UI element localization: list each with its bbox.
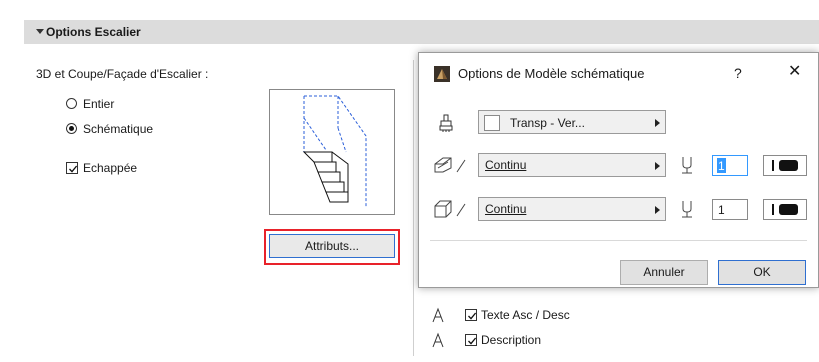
checkmark-icon	[69, 165, 78, 173]
pen-icon	[680, 200, 694, 218]
radio-schematique[interactable]	[66, 123, 77, 134]
description-label[interactable]: Description	[481, 332, 541, 348]
section-title: Options Escalier	[46, 25, 141, 39]
section-header[interactable]	[24, 20, 819, 44]
fill-brush-icon	[437, 113, 455, 133]
checkmark-icon	[468, 337, 477, 345]
close-button[interactable]: ✕	[788, 63, 801, 81]
group-label: 3D et Coupe/Façade d'Escalier :	[36, 67, 209, 81]
pen-icon	[680, 156, 694, 174]
texte-asc-desc-label[interactable]: Texte Asc / Desc	[481, 307, 570, 323]
line-type-value-2: Continu	[485, 202, 527, 216]
attributes-button[interactable]: Attributs...	[269, 234, 395, 258]
checkbox-texte-asc-desc[interactable]	[465, 309, 477, 321]
popup-arrow-icon	[655, 162, 660, 170]
checkbox-description[interactable]	[465, 334, 477, 346]
dialog-separator	[430, 240, 807, 241]
pen-input-2[interactable]: 1	[712, 199, 748, 220]
checkbox-echappee-label[interactable]: Echappée	[83, 160, 137, 176]
text-style-icon	[432, 332, 444, 348]
line-type-popup-1[interactable]: Continu	[478, 153, 666, 177]
ok-button[interactable]: OK	[718, 260, 806, 285]
pen-value-1: 1	[718, 159, 725, 173]
line-weight-swatch-1[interactable]	[763, 155, 807, 176]
fill-type-popup[interactable]: Transp - Ver...	[478, 110, 666, 134]
stair-schematic-icon	[302, 95, 367, 208]
fill-swatch	[484, 115, 500, 131]
pen-value-2: 1	[718, 203, 725, 217]
popup-arrow-icon	[655, 119, 660, 127]
help-button[interactable]: ?	[734, 64, 742, 82]
radio-entier-label[interactable]: Entier	[83, 96, 114, 112]
line-type-popup-2[interactable]: Continu	[478, 197, 666, 221]
collapse-arrow-icon[interactable]	[36, 29, 44, 34]
cancel-button[interactable]: Annuler	[620, 260, 708, 285]
checkmark-icon	[468, 312, 477, 320]
app-icon	[434, 66, 450, 82]
checkbox-echappee[interactable]	[66, 162, 78, 174]
text-style-icon	[432, 307, 444, 323]
popup-arrow-icon	[655, 206, 660, 214]
fill-type-value: Transp - Ver...	[510, 116, 585, 130]
line-type-value-1: Continu	[485, 158, 527, 172]
dialog-title: Options de Modèle schématique	[458, 66, 645, 81]
line-weight-swatch-2[interactable]	[763, 199, 807, 220]
pen-input-1[interactable]: 1	[712, 155, 748, 176]
line-type-icon	[433, 155, 469, 175]
panel-divider	[413, 60, 414, 356]
radio-entier[interactable]	[66, 98, 77, 109]
stair-preview	[269, 89, 395, 215]
line-3d-icon	[433, 199, 469, 219]
radio-schematique-label[interactable]: Schématique	[83, 121, 153, 137]
